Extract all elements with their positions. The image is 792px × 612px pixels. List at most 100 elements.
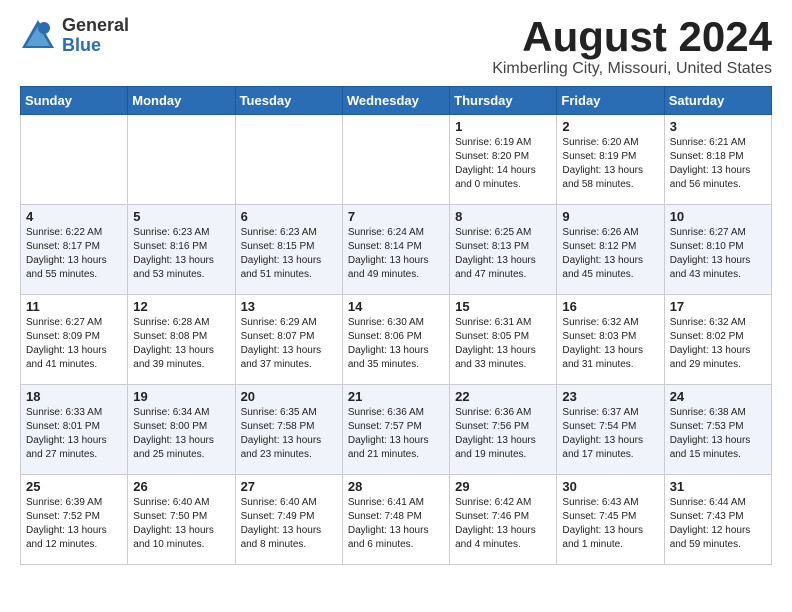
day-info: Sunrise: 6:30 AM Sunset: 8:06 PM Dayligh… (348, 316, 444, 372)
day-info: Sunrise: 6:22 AM Sunset: 8:17 PM Dayligh… (26, 226, 122, 282)
day-number: 13 (241, 299, 337, 314)
calendar-week-row: 18 Sunrise: 6:33 AM Sunset: 8:01 PM Dayli… (21, 385, 772, 475)
day-info: Sunrise: 6:33 AM Sunset: 8:01 PM Dayligh… (26, 406, 122, 462)
day-number: 4 (26, 209, 122, 224)
calendar-cell: 28Sunrise: 6:41 AM Sunset: 7:48 PM Dayli… (342, 475, 449, 565)
day-number: 26 (133, 479, 229, 494)
day-number: 30 (562, 479, 658, 494)
calendar-cell (128, 115, 235, 205)
calendar-cell: 22 Sunrise: 6:36 AM Sunset: 7:56 PM Dayli… (450, 385, 557, 475)
day-info: Sunrise: 6:23 AM Sunset: 8:15 PM Dayligh… (241, 226, 337, 282)
calendar-table: SundayMondayTuesdayWednesdayThursdayFrid… (20, 86, 772, 565)
calendar-cell: 11Sunrise: 6:27 AM Sunset: 8:09 PM Dayli… (21, 295, 128, 385)
calendar-cell: 7 Sunrise: 6:24 AM Sunset: 8:14 PM Daylig… (342, 205, 449, 295)
day-info: Sunrise: 6:44 AM Sunset: 7:43 PM Dayligh… (670, 496, 766, 552)
calendar-cell: 17 Sunrise: 6:32 AM Sunset: 8:02 PM Dayli… (664, 295, 771, 385)
calendar-cell: 8 Sunrise: 6:25 AM Sunset: 8:13 PM Daylig… (450, 205, 557, 295)
calendar-cell: 1 Sunrise: 6:19 AM Sunset: 8:20 PM Daylig… (450, 115, 557, 205)
title-block: August 2024 Kimberling City, Missouri, U… (492, 16, 772, 78)
day-info: Sunrise: 6:19 AM Sunset: 8:20 PM Dayligh… (455, 136, 551, 192)
logo-blue-text: Blue (62, 36, 129, 56)
day-info: Sunrise: 6:32 AM Sunset: 8:03 PM Dayligh… (562, 316, 658, 372)
day-number: 24 (670, 389, 766, 404)
day-number: 18 (26, 389, 122, 404)
day-info: Sunrise: 6:27 AM Sunset: 8:10 PM Dayligh… (670, 226, 766, 282)
day-info: Sunrise: 6:31 AM Sunset: 8:05 PM Dayligh… (455, 316, 551, 372)
day-number: 21 (348, 389, 444, 404)
calendar-cell: 25 Sunrise: 6:39 AM Sunset: 7:52 PM Dayli… (21, 475, 128, 565)
day-number: 29 (455, 479, 551, 494)
calendar-cell: 14Sunrise: 6:30 AM Sunset: 8:06 PM Dayli… (342, 295, 449, 385)
calendar-cell: 19 Sunrise: 6:34 AM Sunset: 8:00 PM Dayli… (128, 385, 235, 475)
calendar-cell: 16Sunrise: 6:32 AM Sunset: 8:03 PM Dayli… (557, 295, 664, 385)
day-number: 27 (241, 479, 337, 494)
day-info: Sunrise: 6:43 AM Sunset: 7:45 PM Dayligh… (562, 496, 658, 552)
calendar-cell: 3 Sunrise: 6:21 AM Sunset: 8:18 PM Daylig… (664, 115, 771, 205)
day-number: 25 (26, 479, 122, 494)
calendar-cell (235, 115, 342, 205)
calendar-cell: 26Sunrise: 6:40 AM Sunset: 7:50 PM Dayli… (128, 475, 235, 565)
calendar-cell (342, 115, 449, 205)
day-number: 20 (241, 389, 337, 404)
day-number: 19 (133, 389, 229, 404)
day-info: Sunrise: 6:36 AM Sunset: 7:56 PM Dayligh… (455, 406, 551, 462)
day-number: 1 (455, 119, 551, 134)
calendar-cell: 6Sunrise: 6:23 AM Sunset: 8:15 PM Daylig… (235, 205, 342, 295)
day-info: Sunrise: 6:21 AM Sunset: 8:18 PM Dayligh… (670, 136, 766, 192)
day-info: Sunrise: 6:24 AM Sunset: 8:14 PM Dayligh… (348, 226, 444, 282)
day-number: 2 (562, 119, 658, 134)
day-number: 15 (455, 299, 551, 314)
day-number: 7 (348, 209, 444, 224)
calendar-cell: 4 Sunrise: 6:22 AM Sunset: 8:17 PM Daylig… (21, 205, 128, 295)
day-info: Sunrise: 6:23 AM Sunset: 8:16 PM Dayligh… (133, 226, 229, 282)
calendar-week-row: 11Sunrise: 6:27 AM Sunset: 8:09 PM Dayli… (21, 295, 772, 385)
calendar-cell: 23 Sunrise: 6:37 AM Sunset: 7:54 PM Dayli… (557, 385, 664, 475)
calendar-cell: 2Sunrise: 6:20 AM Sunset: 8:19 PM Daylig… (557, 115, 664, 205)
day-number: 8 (455, 209, 551, 224)
day-number: 17 (670, 299, 766, 314)
calendar-cell: 24 Sunrise: 6:38 AM Sunset: 7:53 PM Dayli… (664, 385, 771, 475)
calendar-cell: 5 Sunrise: 6:23 AM Sunset: 8:16 PM Daylig… (128, 205, 235, 295)
day-info: Sunrise: 6:38 AM Sunset: 7:53 PM Dayligh… (670, 406, 766, 462)
calendar-cell (21, 115, 128, 205)
day-info: Sunrise: 6:32 AM Sunset: 8:02 PM Dayligh… (670, 316, 766, 372)
page-header: General Blue August 2024 Kimberling City… (20, 16, 772, 78)
weekday-header-tuesday: Tuesday (235, 87, 342, 115)
day-number: 31 (670, 479, 766, 494)
day-info: Sunrise: 6:35 AM Sunset: 7:58 PM Dayligh… (241, 406, 337, 462)
day-info: Sunrise: 6:42 AM Sunset: 7:46 PM Dayligh… (455, 496, 551, 552)
weekday-header-sunday: Sunday (21, 87, 128, 115)
calendar-week-row: 1 Sunrise: 6:19 AM Sunset: 8:20 PM Daylig… (21, 115, 772, 205)
day-number: 5 (133, 209, 229, 224)
day-info: Sunrise: 6:41 AM Sunset: 7:48 PM Dayligh… (348, 496, 444, 552)
day-info: Sunrise: 6:40 AM Sunset: 7:49 PM Dayligh… (241, 496, 337, 552)
calendar-cell: 10 Sunrise: 6:27 AM Sunset: 8:10 PM Dayli… (664, 205, 771, 295)
day-info: Sunrise: 6:36 AM Sunset: 7:57 PM Dayligh… (348, 406, 444, 462)
calendar-week-row: 25 Sunrise: 6:39 AM Sunset: 7:52 PM Dayli… (21, 475, 772, 565)
day-number: 9 (562, 209, 658, 224)
day-info: Sunrise: 6:25 AM Sunset: 8:13 PM Dayligh… (455, 226, 551, 282)
weekday-header-wednesday: Wednesday (342, 87, 449, 115)
day-info: Sunrise: 6:37 AM Sunset: 7:54 PM Dayligh… (562, 406, 658, 462)
day-number: 11 (26, 299, 122, 314)
day-info: Sunrise: 6:29 AM Sunset: 8:07 PM Dayligh… (241, 316, 337, 372)
calendar-title: August 2024 (492, 16, 772, 58)
logo-text: General Blue (62, 16, 129, 56)
day-info: Sunrise: 6:26 AM Sunset: 8:12 PM Dayligh… (562, 226, 658, 282)
weekday-header-saturday: Saturday (664, 87, 771, 115)
calendar-cell: 15 Sunrise: 6:31 AM Sunset: 8:05 PM Dayli… (450, 295, 557, 385)
calendar-cell: 20 Sunrise: 6:35 AM Sunset: 7:58 PM Dayli… (235, 385, 342, 475)
day-number: 10 (670, 209, 766, 224)
day-info: Sunrise: 6:39 AM Sunset: 7:52 PM Dayligh… (26, 496, 122, 552)
calendar-cell: 12Sunrise: 6:28 AM Sunset: 8:08 PM Dayli… (128, 295, 235, 385)
calendar-cell: 13 Sunrise: 6:29 AM Sunset: 8:07 PM Dayli… (235, 295, 342, 385)
day-number: 23 (562, 389, 658, 404)
calendar-cell: 29 Sunrise: 6:42 AM Sunset: 7:46 PM Dayli… (450, 475, 557, 565)
day-number: 3 (670, 119, 766, 134)
day-info: Sunrise: 6:34 AM Sunset: 8:00 PM Dayligh… (133, 406, 229, 462)
day-number: 22 (455, 389, 551, 404)
weekday-header-monday: Monday (128, 87, 235, 115)
calendar-location: Kimberling City, Missouri, United States (492, 60, 772, 78)
calendar-cell: 21 Sunrise: 6:36 AM Sunset: 7:57 PM Dayli… (342, 385, 449, 475)
logo-icon (20, 18, 56, 54)
